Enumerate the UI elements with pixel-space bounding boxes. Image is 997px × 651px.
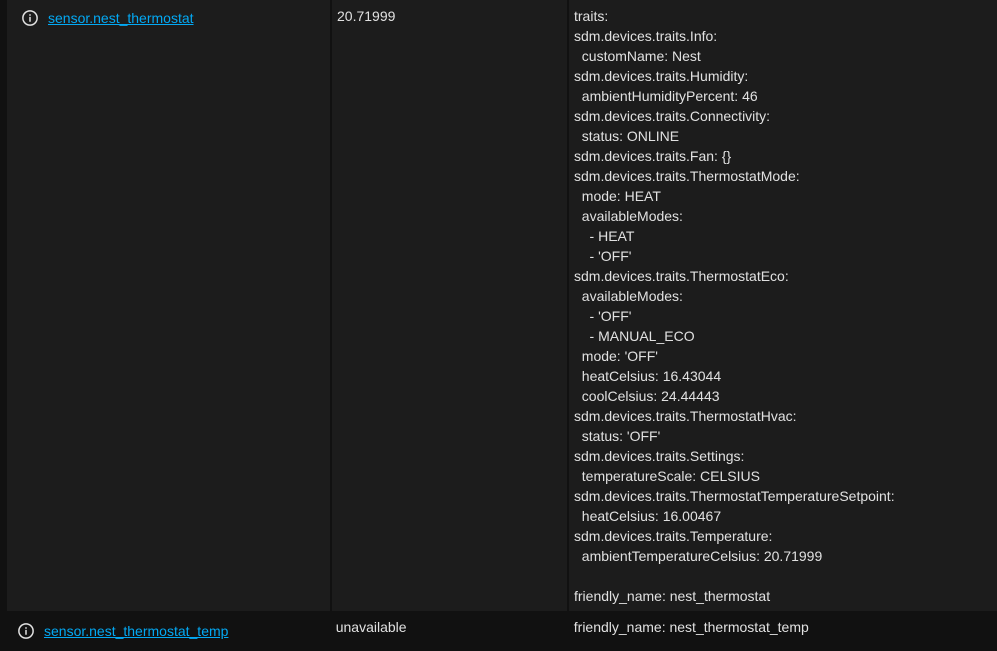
attribute-line: sdm.devices.traits.ThermostatMode: <box>574 168 800 184</box>
attribute-line: - MANUAL_ECO <box>574 328 695 344</box>
states-table: sensor.nest_thermostat 20.71999 traits: … <box>0 0 997 651</box>
table-row: sensor.nest_thermostat_temp unavailable … <box>0 611 997 651</box>
attributes-cell: traits: sdm.devices.traits.Info: customN… <box>567 0 997 611</box>
state-cell: unavailable <box>331 611 567 651</box>
attribute-line: sdm.devices.traits.ThermostatHvac: <box>574 408 797 424</box>
attribute-line: heatCelsius: 16.43044 <box>574 368 722 384</box>
attribute-line: - 'OFF' <box>574 248 632 264</box>
attribute-line: sdm.devices.traits.ThermostatEco: <box>574 268 789 284</box>
attribute-line: friendly_name: nest_thermostat_temp <box>573 619 809 635</box>
attribute-line: heatCelsius: 16.00467 <box>574 508 722 524</box>
entity-cell: sensor.nest_thermostat <box>0 0 330 611</box>
attribute-line: temperatureScale: CELSIUS <box>574 468 760 484</box>
attribute-line: friendly_name: nest_thermostat <box>574 588 771 604</box>
table-row: sensor.nest_thermostat 20.71999 traits: … <box>0 0 997 611</box>
attribute-line: sdm.devices.traits.Connectivity: <box>574 108 771 124</box>
attribute-line: status: 'OFF' <box>574 428 661 444</box>
information-outline-icon[interactable] <box>21 9 39 27</box>
attribute-line: sdm.devices.traits.Settings: <box>574 448 745 464</box>
information-outline-icon[interactable] <box>17 622 35 640</box>
state-value: 20.71999 <box>337 8 396 24</box>
attribute-line: traits: <box>574 8 609 24</box>
entity-cell: sensor.nest_thermostat_temp <box>0 611 329 651</box>
attribute-line: ambientHumidityPercent: 46 <box>574 88 758 104</box>
attribute-line: mode: 'OFF' <box>574 348 658 364</box>
attribute-line: sdm.devices.traits.Temperature: <box>574 528 773 544</box>
attribute-line: status: ONLINE <box>574 128 680 144</box>
attribute-line: mode: HEAT <box>574 188 661 204</box>
attribute-line: sdm.devices.traits.Humidity: <box>574 68 749 84</box>
entity-link[interactable]: sensor.nest_thermostat_temp <box>44 621 228 641</box>
attribute-line: - HEAT <box>574 228 635 244</box>
attribute-blank-line <box>574 566 997 586</box>
attributes-cell: friendly_name: nest_thermostat_temp <box>569 611 997 651</box>
attribute-line: coolCelsius: 24.44443 <box>574 388 720 404</box>
attribute-line: availableModes: <box>574 208 683 224</box>
attribute-line: sdm.devices.traits.ThermostatTemperature… <box>574 488 895 504</box>
attribute-line: sdm.devices.traits.Fan: {} <box>574 148 732 164</box>
attribute-line: customName: Nest <box>574 48 701 64</box>
attribute-line: availableModes: <box>574 288 683 304</box>
attribute-line: - 'OFF' <box>574 308 632 324</box>
attribute-line: sdm.devices.traits.Info: <box>574 28 718 44</box>
entity-link[interactable]: sensor.nest_thermostat <box>48 8 194 28</box>
attribute-line: ambientTemperatureCelsius: 20.71999 <box>574 548 823 564</box>
state-cell: 20.71999 <box>330 0 567 611</box>
state-value: unavailable <box>335 619 407 635</box>
